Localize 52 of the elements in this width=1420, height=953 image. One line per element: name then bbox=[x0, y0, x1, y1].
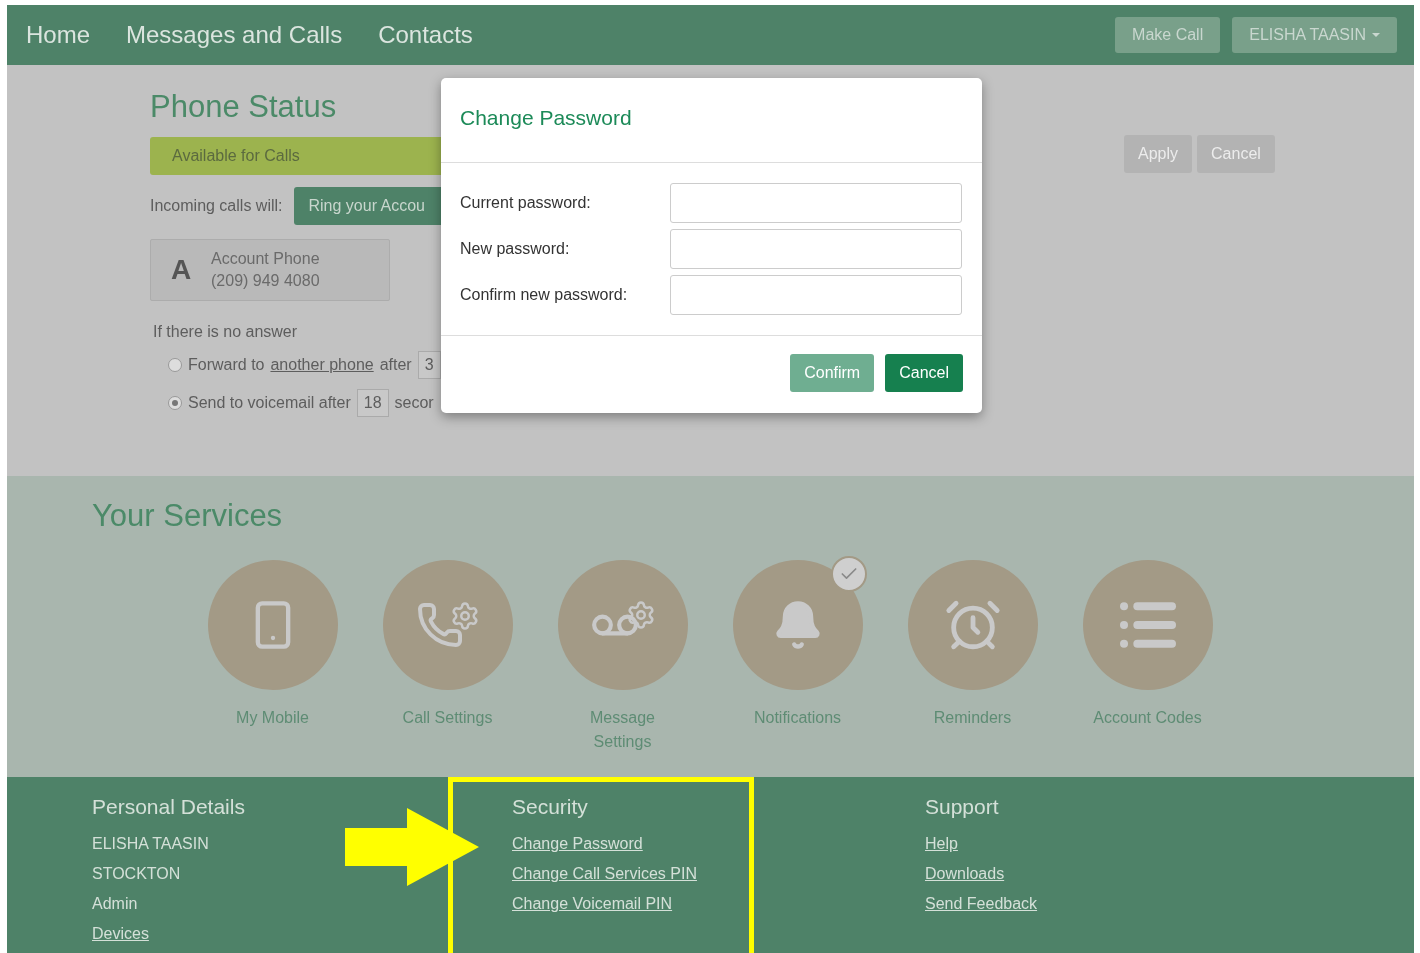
footer-link[interactable]: Downloads bbox=[925, 859, 1005, 889]
confirm-button[interactable]: Confirm bbox=[790, 354, 875, 392]
nav-link[interactable]: Messages and Calls bbox=[126, 21, 343, 49]
section-title: Your Services bbox=[92, 498, 284, 534]
footer-link[interactable]: Help bbox=[925, 829, 958, 859]
footer-link[interactable]: Devices bbox=[92, 919, 149, 949]
dialog-title: Change Password bbox=[441, 78, 982, 163]
footer-link[interactable]: Send Feedback bbox=[925, 889, 1038, 919]
option-text: after bbox=[379, 356, 412, 374]
account-number: (209) 949 4080 bbox=[211, 271, 320, 291]
footer-link[interactable]: Change Call Services PIN bbox=[512, 859, 697, 889]
field-label: New password: bbox=[460, 240, 571, 258]
option-text: secor bbox=[394, 394, 434, 412]
footer-heading: Personal Details bbox=[92, 795, 246, 819]
service-label: Message Settings bbox=[589, 708, 656, 752]
password-field[interactable] bbox=[670, 183, 962, 223]
section-title: Phone Status bbox=[150, 89, 338, 125]
service-label: Reminders bbox=[932, 708, 1013, 728]
field-label: Confirm new password: bbox=[460, 286, 629, 304]
footer-link[interactable]: Change Password bbox=[512, 829, 643, 859]
cancel-button[interactable]: Cancel bbox=[885, 354, 963, 392]
password-field[interactable] bbox=[670, 275, 962, 315]
footer-heading: Support bbox=[925, 795, 1000, 819]
detail-text: ELISHA TAASIN bbox=[92, 834, 209, 854]
ring-dropdown[interactable]: Ring your Accou bbox=[294, 187, 441, 225]
seconds-field[interactable]: 3 bbox=[417, 351, 441, 379]
account-letter: A bbox=[169, 254, 193, 286]
option-link[interactable]: another phone bbox=[270, 356, 374, 374]
phone-gear-icon bbox=[415, 601, 480, 649]
field-label: If there is no answer bbox=[153, 323, 299, 341]
field-label: Current password: bbox=[460, 194, 592, 212]
make-call-button[interactable]: Make Call bbox=[1115, 17, 1221, 53]
radio-button[interactable] bbox=[168, 358, 182, 372]
account-name: Account Phone bbox=[211, 249, 320, 269]
footer-link[interactable]: Change Voicemail PIN bbox=[512, 889, 673, 919]
service-label: Notifications bbox=[752, 708, 843, 728]
option-text: Forward to bbox=[188, 356, 265, 374]
option-text: Send to voicemail after bbox=[188, 394, 351, 412]
footer-heading: Security bbox=[512, 795, 589, 819]
nav-link[interactable]: Contacts bbox=[378, 21, 473, 49]
service-label: My Mobile bbox=[235, 708, 310, 728]
detail-text: Admin bbox=[92, 894, 138, 914]
radio-button[interactable] bbox=[168, 396, 182, 410]
seconds-field[interactable]: 18 bbox=[356, 389, 389, 417]
status-dropdown[interactable]: Available for Calls bbox=[150, 137, 441, 175]
detail-text: STOCKTON bbox=[92, 864, 181, 884]
field-label: Incoming calls will: bbox=[150, 197, 283, 215]
user-menu-button[interactable]: ELISHA TAASIN bbox=[1232, 17, 1397, 53]
password-field[interactable] bbox=[670, 229, 962, 269]
service-label: Call Settings bbox=[401, 708, 494, 728]
nav-link[interactable]: Home bbox=[26, 21, 91, 49]
service-label: Account Codes bbox=[1092, 708, 1203, 728]
